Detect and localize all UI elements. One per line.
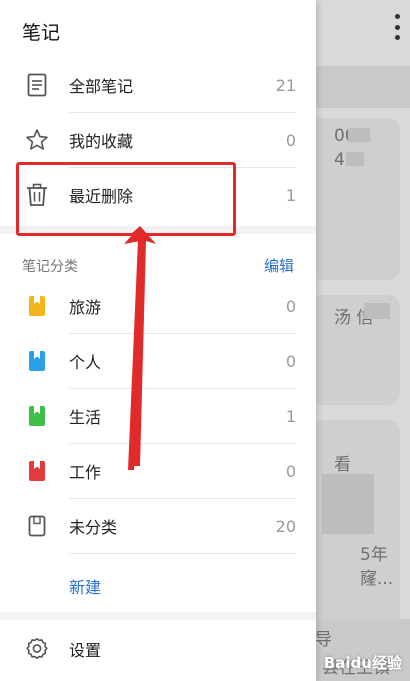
annotation-arrow bbox=[124, 226, 156, 470]
watermark: Baidu经验 bbox=[323, 654, 402, 672]
